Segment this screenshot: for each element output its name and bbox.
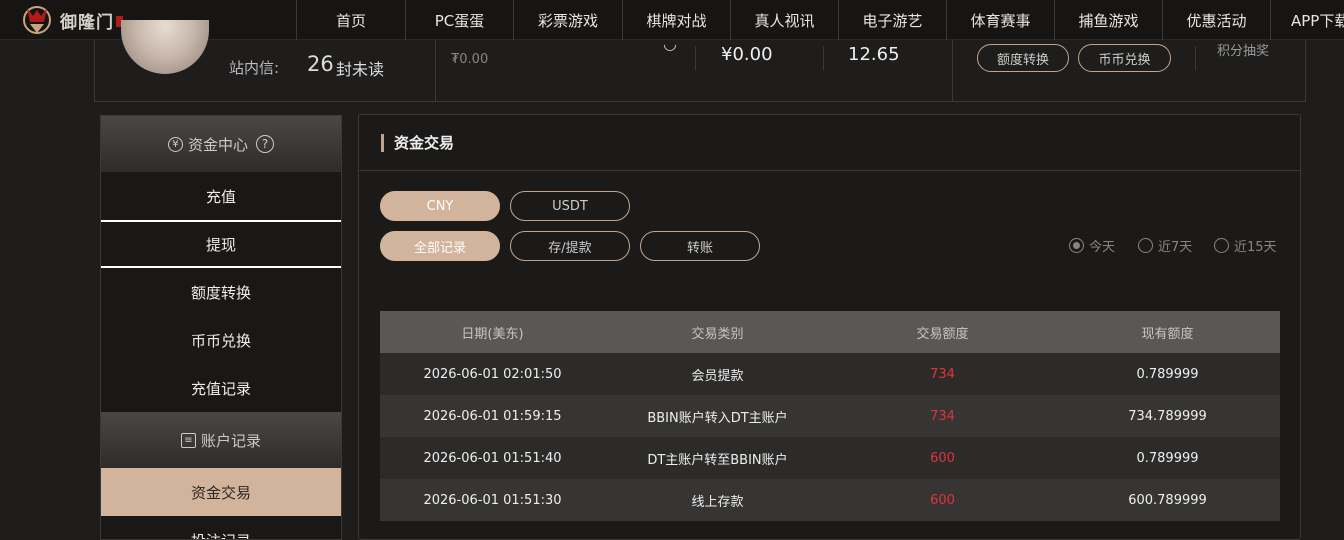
sidebar-item-deposit-records[interactable]: 充值记录 — [101, 364, 341, 412]
cell-date: 2026-06-01 01:59:15 — [423, 408, 562, 424]
cell-balance: 0.789999 — [1136, 366, 1199, 382]
sidebar-item-currency-exchange[interactable]: 币币兑换 — [101, 316, 341, 364]
secondary-balance: 12.65 — [848, 44, 900, 65]
logo-text: 御隆门 — [60, 12, 114, 33]
refresh-icon[interactable]: ◡ — [663, 34, 677, 53]
sidebar-section-account-records: ≡ 账户记录 — [101, 412, 341, 468]
account-info-bar: 站内信: 26 封未读 ₮0.00 ◡ ¥0.00 12.65 额度转换 币币兑… — [94, 20, 1306, 102]
quota-transfer-button[interactable]: 额度转换 — [977, 44, 1069, 72]
cell-date: 2026-06-01 01:51:40 — [423, 450, 562, 466]
sidebar-item-quota-transfer[interactable]: 额度转换 — [101, 268, 341, 316]
nav-pc-eggs[interactable]: PC蛋蛋 — [405, 0, 513, 40]
nav-sports[interactable]: 体育赛事 — [946, 0, 1054, 40]
nav-live-casino[interactable]: 真人视讯 — [730, 0, 838, 40]
range-label: 近7天 — [1158, 240, 1193, 255]
tab-usdt[interactable]: USDT — [510, 191, 630, 221]
sidebar-item-withdraw[interactable]: 提现 — [101, 220, 341, 268]
cell-amount: 600 — [930, 492, 955, 508]
column-header-amount: 交易额度 — [916, 326, 969, 342]
nav-home[interactable]: 首页 — [296, 0, 405, 40]
main-panel: 资金交易 CNY USDT 全部记录 存/提款 转账 今天 近7天 近15天 日… — [358, 114, 1301, 540]
nav-menu: 首页 PC蛋蛋 彩票游戏 棋牌对战 真人视讯 电子游艺 体育赛事 捕鱼游戏 优惠… — [296, 0, 1344, 40]
table-row: 2026-06-01 01:51:40 DT主账户转至BBIN账户 600 0.… — [380, 437, 1280, 479]
cell-type: DT主账户转至BBIN账户 — [647, 452, 788, 468]
nav-promotions[interactable]: 优惠活动 — [1162, 0, 1270, 40]
logo-icon — [18, 2, 56, 38]
cell-type: 会员提款 — [691, 368, 744, 384]
nav-fishing[interactable]: 捕鱼游戏 — [1054, 0, 1162, 40]
cny-balance: ¥0.00 — [721, 44, 773, 65]
usdt-balance: ₮0.00 — [451, 52, 489, 67]
tab-transfer[interactable]: 转账 — [640, 231, 760, 261]
range-label: 今天 — [1089, 240, 1116, 255]
range-label: 近15天 — [1234, 240, 1277, 255]
tab-all-records[interactable]: 全部记录 — [380, 231, 500, 261]
range-today[interactable]: 今天 — [1069, 236, 1115, 255]
table-row: 2026-06-01 01:51:30 线上存款 600 600.789999 — [380, 479, 1280, 521]
nav-app-download[interactable]: APP下载 — [1270, 0, 1344, 40]
column-header-type: 交易类别 — [691, 326, 744, 342]
sidebar-section-label: 账户记录 — [200, 431, 261, 450]
inbox-unit: 封未读 — [336, 60, 385, 79]
help-icon[interactable]: ? — [256, 135, 274, 153]
tab-deposit-withdraw[interactable]: 存/提款 — [510, 231, 630, 261]
cell-amount: 734 — [930, 366, 955, 382]
table-body: 2026-06-01 02:01:50 会员提款 734 0.789999 20… — [380, 353, 1280, 521]
sidebar-item-fund-transactions[interactable]: 资金交易 — [101, 468, 341, 516]
cell-balance: 734.789999 — [1128, 408, 1207, 424]
table-row: 2026-06-01 01:59:15 BBIN账户转入DT主账户 734 73… — [380, 395, 1280, 437]
nav-lottery[interactable]: 彩票游戏 — [513, 0, 622, 40]
cell-date: 2026-06-01 01:51:30 — [423, 492, 562, 508]
site-logo[interactable]: 御隆门 — [18, 2, 128, 38]
sidebar-section-label: 资金中心 — [187, 135, 248, 154]
nav-slots[interactable]: 电子游艺 — [838, 0, 946, 40]
table-row: 2026-06-01 02:01:50 会员提款 734 0.789999 — [380, 353, 1280, 395]
inbox-label: 站内信: — [229, 59, 280, 77]
title-accent-bar — [381, 133, 384, 152]
radio-icon — [1214, 238, 1229, 253]
cell-type: BBIN账户转入DT主账户 — [647, 410, 788, 426]
points-lottery-link[interactable]: 积分抽奖 — [1217, 40, 1269, 59]
radio-icon — [1138, 238, 1153, 253]
divider — [823, 46, 824, 70]
tab-cny[interactable]: CNY — [380, 191, 500, 221]
table-header: 日期(美东) 交易类别 交易额度 现有额度 — [380, 311, 1280, 353]
column-header-balance: 现有额度 — [1141, 326, 1194, 342]
column-header-date: 日期(美东) — [461, 326, 524, 342]
sidebar-item-bet-records[interactable]: 投注记录 — [101, 516, 341, 540]
sidebar: ¥ 资金中心 ? 充值 提现 额度转换 币币兑换 充值记录 ≡ 账户记录 资金交… — [100, 115, 342, 540]
sidebar-item-deposit[interactable]: 充值 — [101, 172, 341, 220]
cell-balance: 600.789999 — [1128, 492, 1207, 508]
panel-header: 资金交易 — [359, 115, 1300, 171]
cell-date: 2026-06-01 02:01:50 — [423, 366, 562, 382]
page-title: 资金交易 — [394, 134, 455, 152]
divider — [435, 40, 436, 102]
divider — [952, 40, 953, 102]
range-7-days[interactable]: 近7天 — [1138, 236, 1192, 255]
cell-type: 线上存款 — [691, 494, 744, 510]
radio-icon — [1069, 238, 1084, 253]
range-15-days[interactable]: 近15天 — [1214, 236, 1277, 255]
cell-amount: 734 — [930, 408, 955, 424]
avatar[interactable] — [121, 20, 209, 74]
sidebar-section-fund-center: ¥ 资金中心 ? — [101, 116, 341, 172]
cell-amount: 600 — [930, 450, 955, 466]
record-icon: ≡ — [180, 432, 196, 448]
divider — [1195, 46, 1196, 70]
cell-balance: 0.789999 — [1136, 450, 1199, 466]
yuan-icon: ¥ — [167, 136, 183, 152]
inbox-count[interactable]: 26 — [307, 52, 334, 76]
currency-exchange-button[interactable]: 币币兑换 — [1078, 44, 1171, 72]
transactions-table: 日期(美东) 交易类别 交易额度 现有额度 2026-06-01 02:01:5… — [380, 311, 1280, 521]
divider — [695, 46, 696, 70]
